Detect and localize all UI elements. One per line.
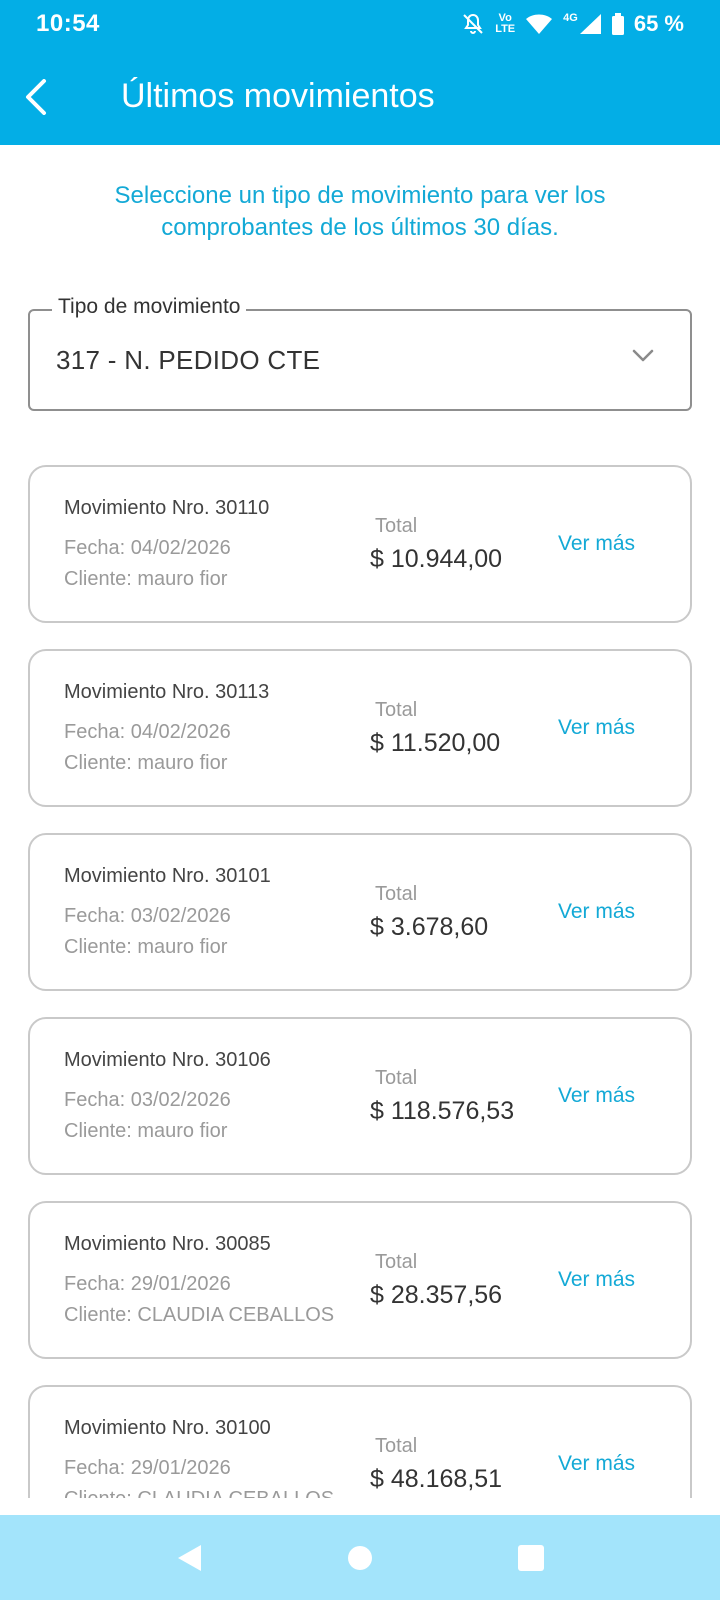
intro-text: Seleccione un tipo de movimiento para ve… bbox=[60, 180, 660, 244]
movement-total-value: $ 48.168,51 bbox=[370, 1465, 503, 1493]
movement-date: Fecha: 04/02/2026 bbox=[64, 721, 231, 743]
network-type: 4G bbox=[563, 12, 578, 24]
see-more-link[interactable]: Ver más bbox=[558, 900, 635, 924]
movement-total-value: $ 10.944,00 bbox=[370, 545, 503, 573]
signal-icon bbox=[578, 13, 602, 35]
movement-number: Movimiento Nro. 30085 bbox=[64, 1233, 271, 1255]
page-title: Últimos movimientos bbox=[121, 77, 435, 115]
movement-client: Cliente: CLAUDIA CEBALLOS bbox=[64, 1304, 335, 1326]
movement-card: Movimiento Nro. 30113 Fecha: 04/02/2026 … bbox=[28, 649, 692, 807]
movements-list[interactable]: Movimiento Nro. 30110 Fecha: 04/02/2026 … bbox=[0, 455, 720, 1498]
movement-card: Movimiento Nro. 30110 Fecha: 04/02/2026 … bbox=[28, 465, 692, 623]
see-more-link[interactable]: Ver más bbox=[558, 1268, 635, 1292]
movement-card: Movimiento Nro. 30100 Fecha: 29/01/2026 … bbox=[28, 1385, 692, 1498]
movement-total-label: Total bbox=[375, 1067, 418, 1089]
chevron-down-icon bbox=[632, 349, 654, 362]
status-icons: Vo LTE 4G 65 % bbox=[461, 11, 684, 37]
nav-back-icon bbox=[178, 1544, 202, 1571]
nav-recents-button[interactable] bbox=[501, 1528, 561, 1588]
movement-client: Cliente: mauro fior bbox=[64, 936, 228, 958]
movement-date: Fecha: 29/01/2026 bbox=[64, 1273, 231, 1295]
see-more-link[interactable]: Ver más bbox=[558, 1452, 635, 1476]
see-more-link[interactable]: Ver más bbox=[558, 716, 635, 740]
intro-line-2: comprobantes de los últimos 30 días. bbox=[161, 214, 559, 241]
see-more-link[interactable]: Ver más bbox=[558, 532, 635, 556]
battery-percent: 65 % bbox=[633, 11, 684, 36]
nav-home-icon bbox=[347, 1545, 372, 1570]
nav-home-button[interactable] bbox=[330, 1528, 390, 1588]
movement-card: Movimiento Nro. 30101 Fecha: 03/02/2026 … bbox=[28, 833, 692, 991]
movement-total-label: Total bbox=[375, 515, 418, 537]
movement-number: Movimiento Nro. 30110 bbox=[64, 497, 270, 519]
movement-date: Fecha: 29/01/2026 bbox=[64, 1457, 231, 1479]
system-nav-bar bbox=[0, 1515, 720, 1600]
app-bar: Últimos movimientos bbox=[0, 48, 720, 145]
movement-type-label: Tipo de movimiento bbox=[52, 295, 247, 319]
back-button[interactable] bbox=[0, 48, 76, 145]
movement-total-value: $ 28.357,56 bbox=[370, 1281, 503, 1309]
movement-date: Fecha: 03/02/2026 bbox=[64, 1089, 231, 1111]
nav-back-button[interactable] bbox=[159, 1528, 219, 1588]
bell-off-icon bbox=[461, 12, 485, 36]
movement-client: Cliente: mauro fior bbox=[64, 568, 228, 590]
movement-card: Movimiento Nro. 30085 Fecha: 29/01/2026 … bbox=[28, 1201, 692, 1359]
wifi-icon bbox=[525, 13, 553, 35]
movement-number: Movimiento Nro. 30100 bbox=[64, 1417, 271, 1439]
nav-recents-icon bbox=[517, 1544, 544, 1571]
movement-date: Fecha: 04/02/2026 bbox=[64, 537, 231, 559]
movement-type-value: 317 - N. PEDIDO CTE bbox=[56, 345, 321, 375]
movement-type-select[interactable]: Tipo de movimiento 317 - N. PEDIDO CTE bbox=[28, 295, 692, 411]
movement-total-label: Total bbox=[375, 1435, 418, 1457]
chevron-left-icon bbox=[26, 78, 46, 115]
movement-card: Movimiento Nro. 30106 Fecha: 03/02/2026 … bbox=[28, 1017, 692, 1175]
movement-total-label: Total bbox=[375, 699, 418, 721]
movement-number: Movimiento Nro. 30113 bbox=[64, 681, 270, 703]
movement-total-label: Total bbox=[375, 883, 418, 905]
status-time: 10:54 bbox=[36, 10, 100, 37]
movement-total-value: $ 11.520,00 bbox=[370, 729, 501, 757]
movement-date: Fecha: 03/02/2026 bbox=[64, 905, 231, 927]
movement-number: Movimiento Nro. 30101 bbox=[64, 865, 271, 887]
intro-line-1: Seleccione un tipo de movimiento para ve… bbox=[114, 182, 606, 209]
volte-bottom-label: LTE bbox=[495, 23, 516, 35]
volte-icon: Vo LTE bbox=[495, 13, 515, 35]
status-bar: 10:54 Vo LTE 4G 65 % bbox=[0, 0, 720, 48]
movement-total-label: Total bbox=[375, 1251, 418, 1273]
movement-total-value: $ 118.576,53 bbox=[370, 1097, 515, 1125]
movement-client: Cliente: mauro fior bbox=[64, 752, 228, 774]
see-more-link[interactable]: Ver más bbox=[558, 1084, 635, 1108]
battery-icon bbox=[611, 13, 624, 35]
movement-number: Movimiento Nro. 30106 bbox=[64, 1049, 271, 1071]
movement-client: Cliente: CLAUDIA CEBALLOS bbox=[64, 1488, 334, 1498]
movement-client: Cliente: mauro fior bbox=[64, 1120, 228, 1142]
movement-total-value: $ 3.678,60 bbox=[370, 913, 489, 941]
